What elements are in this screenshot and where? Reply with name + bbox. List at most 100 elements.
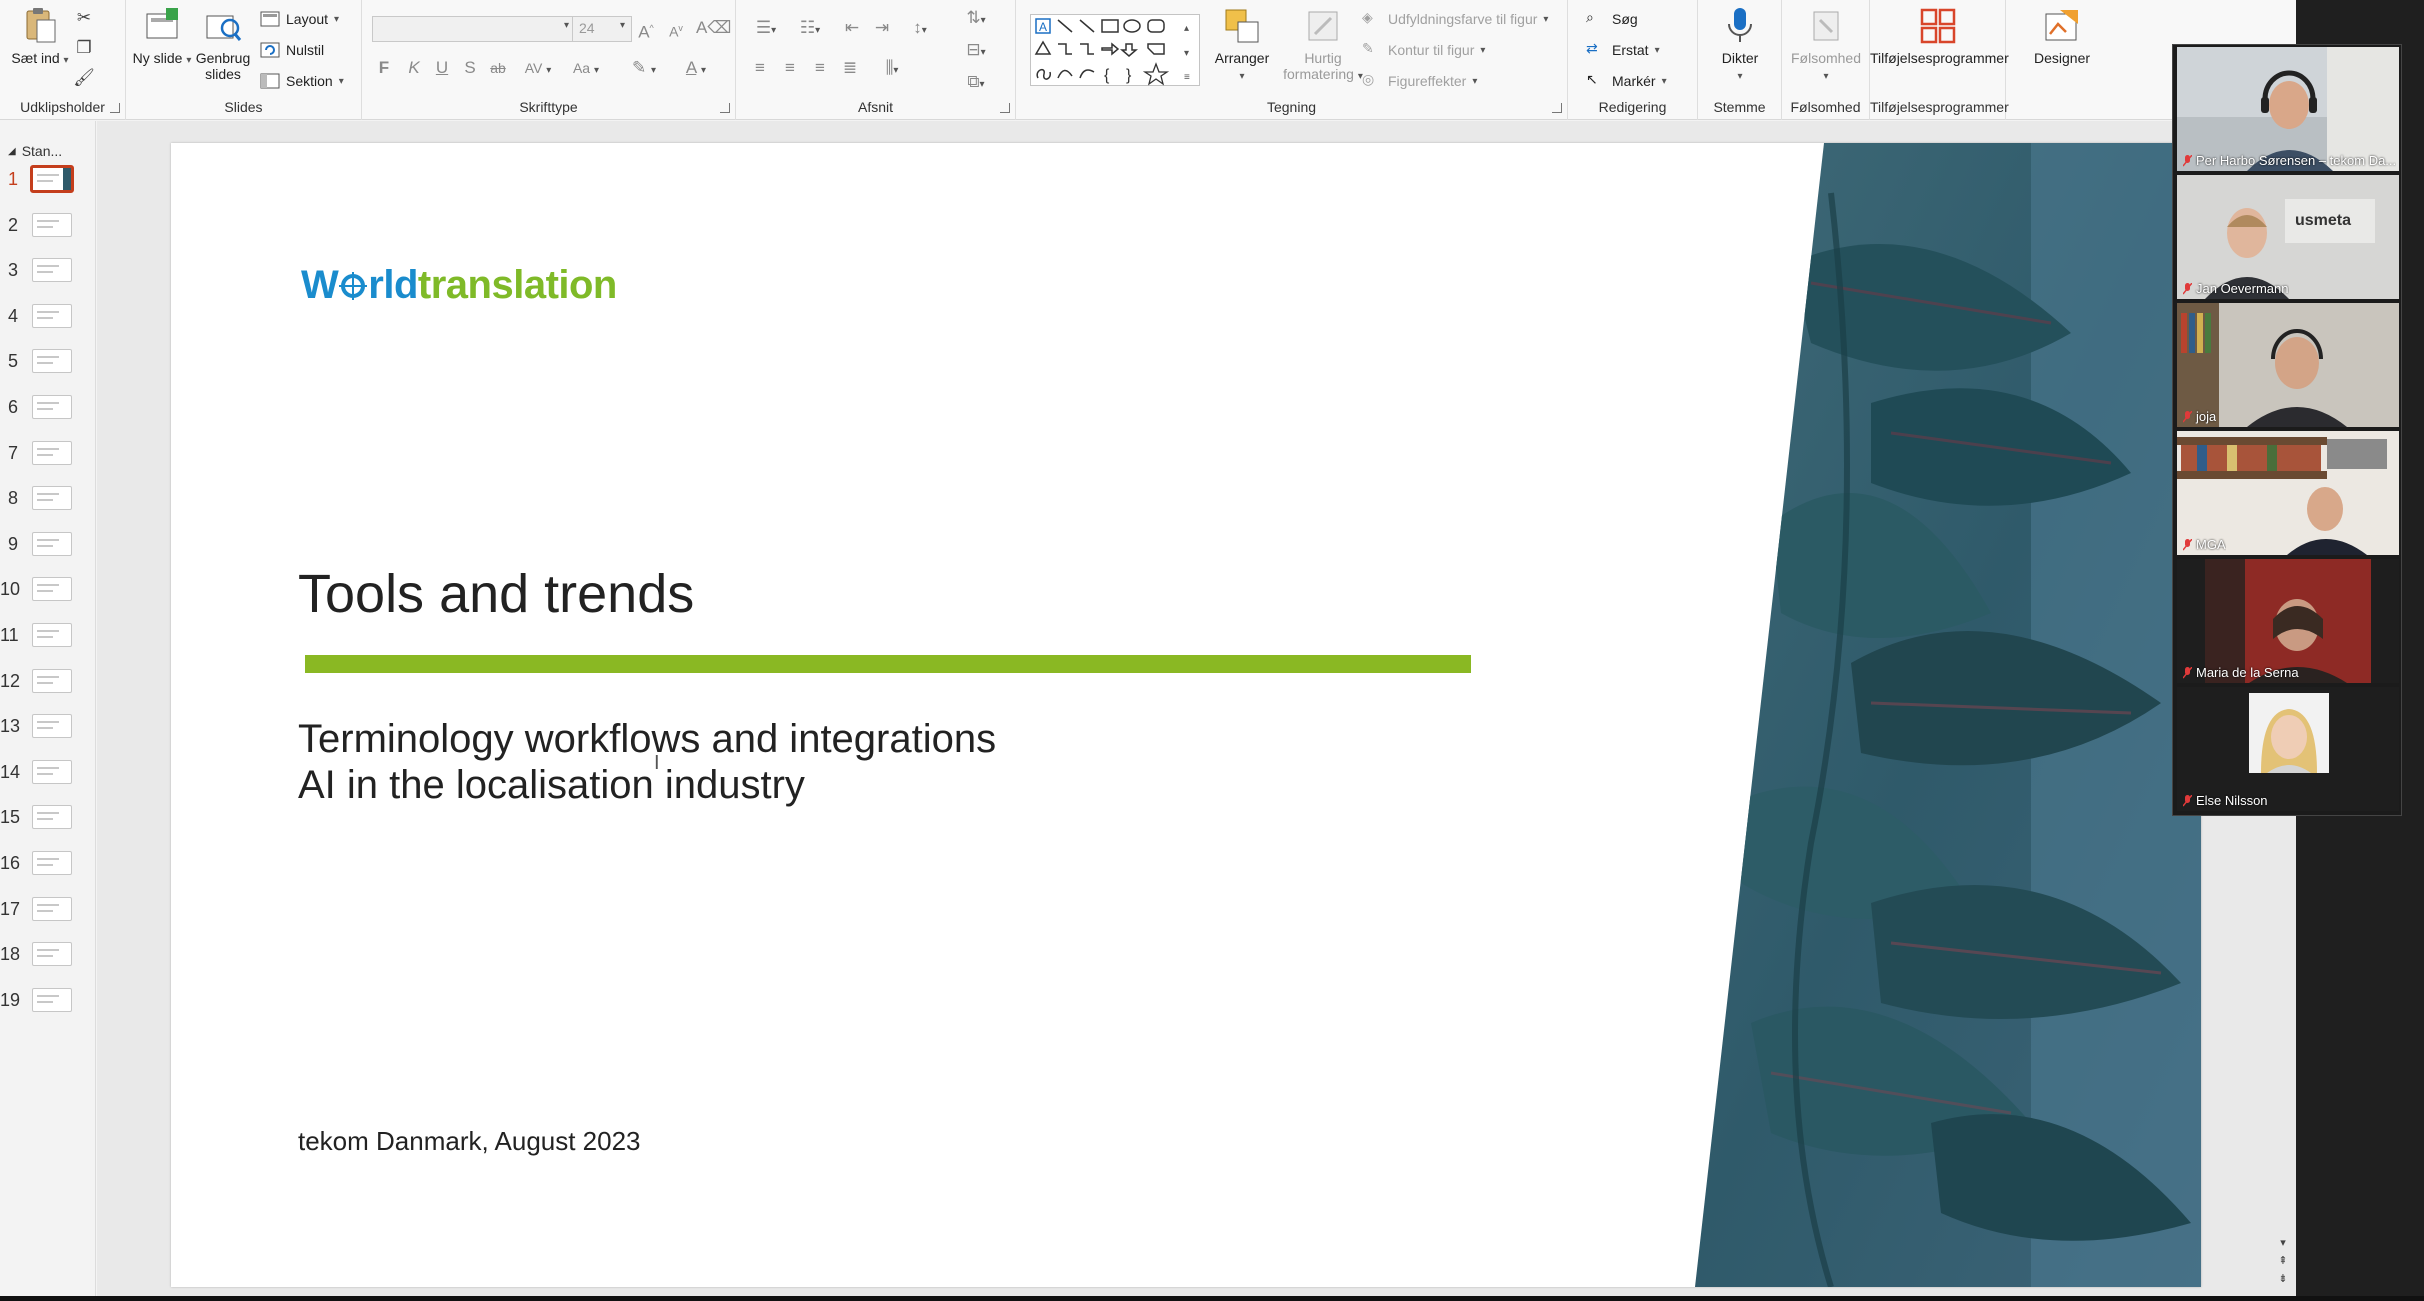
slide-thumbnail[interactable] — [32, 441, 72, 465]
smartart-icon[interactable]: ⧉▾ — [958, 70, 994, 94]
designer-button[interactable]: Designer — [2016, 6, 2108, 66]
align-left-icon[interactable]: ≡ — [748, 56, 772, 80]
slide-thumbnail[interactable] — [32, 988, 72, 1012]
slide-thumbnail-row[interactable]: 6 — [0, 393, 96, 425]
scroll-down-icon[interactable]: ▾ — [2276, 1234, 2290, 1252]
slide-thumbnail[interactable] — [32, 395, 72, 419]
slide-thumbnail[interactable] — [32, 714, 72, 738]
slide-thumbnail[interactable] — [32, 623, 72, 647]
slide-thumbnail-row[interactable]: 1 — [0, 165, 96, 197]
align-text-icon[interactable]: ⊟▾ — [958, 38, 994, 62]
slide-thumbnail-row[interactable]: 3 — [0, 256, 96, 288]
slide-thumbnail[interactable] — [32, 486, 72, 510]
replace-button[interactable]: ⇄ Erstat ▾ — [1586, 37, 1660, 63]
slide-thumbnail[interactable] — [32, 349, 72, 373]
strikethrough-button[interactable]: ab — [486, 56, 510, 80]
shape-effects-button[interactable]: ◎ Figureffekter ▾ — [1362, 68, 1477, 94]
slide-thumbnail[interactable] — [30, 165, 74, 193]
format-painter-icon[interactable]: 🖌 — [72, 66, 96, 90]
reuse-slides-button[interactable]: Genbrug slides — [190, 6, 256, 82]
slide-thumbnail-row[interactable]: 5 — [0, 347, 96, 379]
numbering-icon[interactable]: ☷▾ — [792, 16, 828, 40]
font-launcher[interactable] — [720, 103, 730, 113]
participant-tile[interactable]: MGA — [2177, 431, 2399, 555]
sensitivity-button[interactable]: Følsomhed ▾ — [1786, 6, 1866, 85]
slide-thumbnail-row[interactable]: 13 — [0, 712, 96, 744]
previous-slide-icon[interactable]: ⇞ — [2276, 1252, 2290, 1270]
shrink-font-icon[interactable]: Av — [664, 16, 688, 40]
bullets-icon[interactable]: ☰▾ — [748, 16, 784, 40]
slide-thumbnail-row[interactable]: 14 — [0, 758, 96, 790]
grow-font-icon[interactable]: A^ — [634, 16, 658, 42]
slide-thumbnail[interactable] — [32, 304, 72, 328]
underline-button[interactable]: U — [430, 56, 454, 80]
dictate-button[interactable]: Dikter ▾ — [1704, 6, 1776, 85]
new-slide-button[interactable]: Ny slide ▾ — [132, 6, 192, 69]
participant-tile[interactable]: Maria de la Serna — [2177, 559, 2399, 683]
char-spacing-button[interactable]: AV ▾ — [518, 56, 558, 80]
slide-thumbnail[interactable] — [32, 258, 72, 282]
slide-thumbnail-row[interactable]: 10 — [0, 575, 96, 607]
font-size-dropdown[interactable]: 24 ▾ — [572, 16, 632, 42]
clipboard-launcher[interactable] — [110, 103, 120, 113]
slide-thumbnail-row[interactable]: 16 — [0, 849, 96, 881]
italic-button[interactable]: K — [402, 56, 426, 80]
text-direction-icon[interactable]: ⇅▾ — [958, 6, 994, 30]
align-center-icon[interactable]: ≡ — [778, 56, 802, 80]
slide-thumbnail[interactable] — [32, 851, 72, 875]
vertical-scroll-controls[interactable]: ▾ ⇞ ⇟ — [2276, 1234, 2290, 1288]
drawing-launcher[interactable] — [1552, 103, 1562, 113]
layout-button[interactable]: Layout ▾ — [260, 6, 339, 32]
next-slide-icon[interactable]: ⇟ — [2276, 1270, 2290, 1288]
slide-thumbnail[interactable] — [32, 669, 72, 693]
shadow-button[interactable]: S — [458, 56, 482, 80]
slide-thumbnail-row[interactable]: 9 — [0, 530, 96, 562]
columns-icon[interactable]: ⫼▾ — [874, 56, 910, 80]
shape-fill-button[interactable]: ◈ Udfyldningsfarve til figur ▾ — [1362, 6, 1548, 32]
slide-title[interactable]: Tools and trends — [298, 563, 694, 625]
slide-thumbnail[interactable] — [32, 577, 72, 601]
subtitle-line-1[interactable]: Terminology workflows and integrations — [298, 717, 996, 762]
slide-thumbnail-row[interactable]: 19 — [0, 986, 96, 1018]
shapes-icon[interactable]: A { } ▴ ▾ ≡ — [1030, 14, 1200, 86]
search-button[interactable]: ⌕ Søg — [1586, 6, 1638, 32]
increase-indent-icon[interactable]: ⇥ — [870, 16, 894, 40]
slide-thumbnail-row[interactable]: 4 — [0, 302, 96, 334]
slide-thumbnail-row[interactable]: 12 — [0, 667, 96, 699]
select-button[interactable]: ↖ Markér ▾ — [1586, 68, 1667, 94]
participant-tile[interactable]: Per Harbo Sørensen – tekom Da... — [2177, 47, 2399, 171]
slide-thumbnail[interactable] — [32, 213, 72, 237]
slide-thumbnail-row[interactable]: 18 — [0, 940, 96, 972]
slide-thumbnail[interactable] — [32, 532, 72, 556]
slide-thumbnail[interactable] — [32, 805, 72, 829]
decrease-indent-icon[interactable]: ⇤ — [840, 16, 864, 40]
participant-tile[interactable]: Else Nilsson — [2177, 687, 2399, 811]
paragraph-launcher[interactable] — [1000, 103, 1010, 113]
participant-tile[interactable]: usmeta Jan Oevermann — [2177, 175, 2399, 299]
section-header[interactable]: ◢ Stan... — [8, 143, 62, 159]
slide-thumbnail-row[interactable]: 15 — [0, 803, 96, 835]
slide-thumbnail[interactable] — [32, 942, 72, 966]
shape-outline-button[interactable]: ✎ Kontur til figur ▾ — [1362, 37, 1485, 63]
font-color-button[interactable]: A ▾ — [676, 56, 716, 80]
slide-thumbnail-row[interactable]: 11 — [0, 621, 96, 653]
section-button[interactable]: Sektion ▾ — [260, 68, 344, 94]
slide-footer[interactable]: tekom Danmark, August 2023 — [298, 1126, 641, 1157]
clear-format-icon[interactable]: A⌫ — [696, 16, 731, 40]
quick-styles-button[interactable]: Hurtig formatering ▾ — [1280, 6, 1366, 85]
line-spacing-icon[interactable]: ↕▾ — [902, 16, 938, 40]
subtitle-line-2[interactable]: AI in the localisation industry — [298, 763, 805, 808]
slide-thumbnail-row[interactable]: 7 — [0, 439, 96, 471]
slide[interactable]: Wrldtranslation Tools and trends Termino… — [171, 143, 2201, 1287]
addins-button[interactable]: Tilføjelsesprogrammer — [1870, 6, 2009, 66]
slide-thumbnail-row[interactable]: 2 — [0, 211, 96, 243]
align-right-icon[interactable]: ≡ — [808, 56, 832, 80]
slide-thumbnail-row[interactable]: 17 — [0, 895, 96, 927]
slide-thumbnail[interactable] — [32, 760, 72, 784]
font-name-dropdown[interactable]: ▾ — [372, 16, 576, 42]
highlight-color-button[interactable]: ✎ ▾ — [624, 56, 664, 80]
reset-button[interactable]: Nulstil — [260, 37, 324, 63]
justify-icon[interactable]: ≣ — [838, 56, 862, 80]
paste-button[interactable]: Sæt ind ▾ — [6, 6, 74, 69]
slide-thumbnail[interactable] — [32, 897, 72, 921]
